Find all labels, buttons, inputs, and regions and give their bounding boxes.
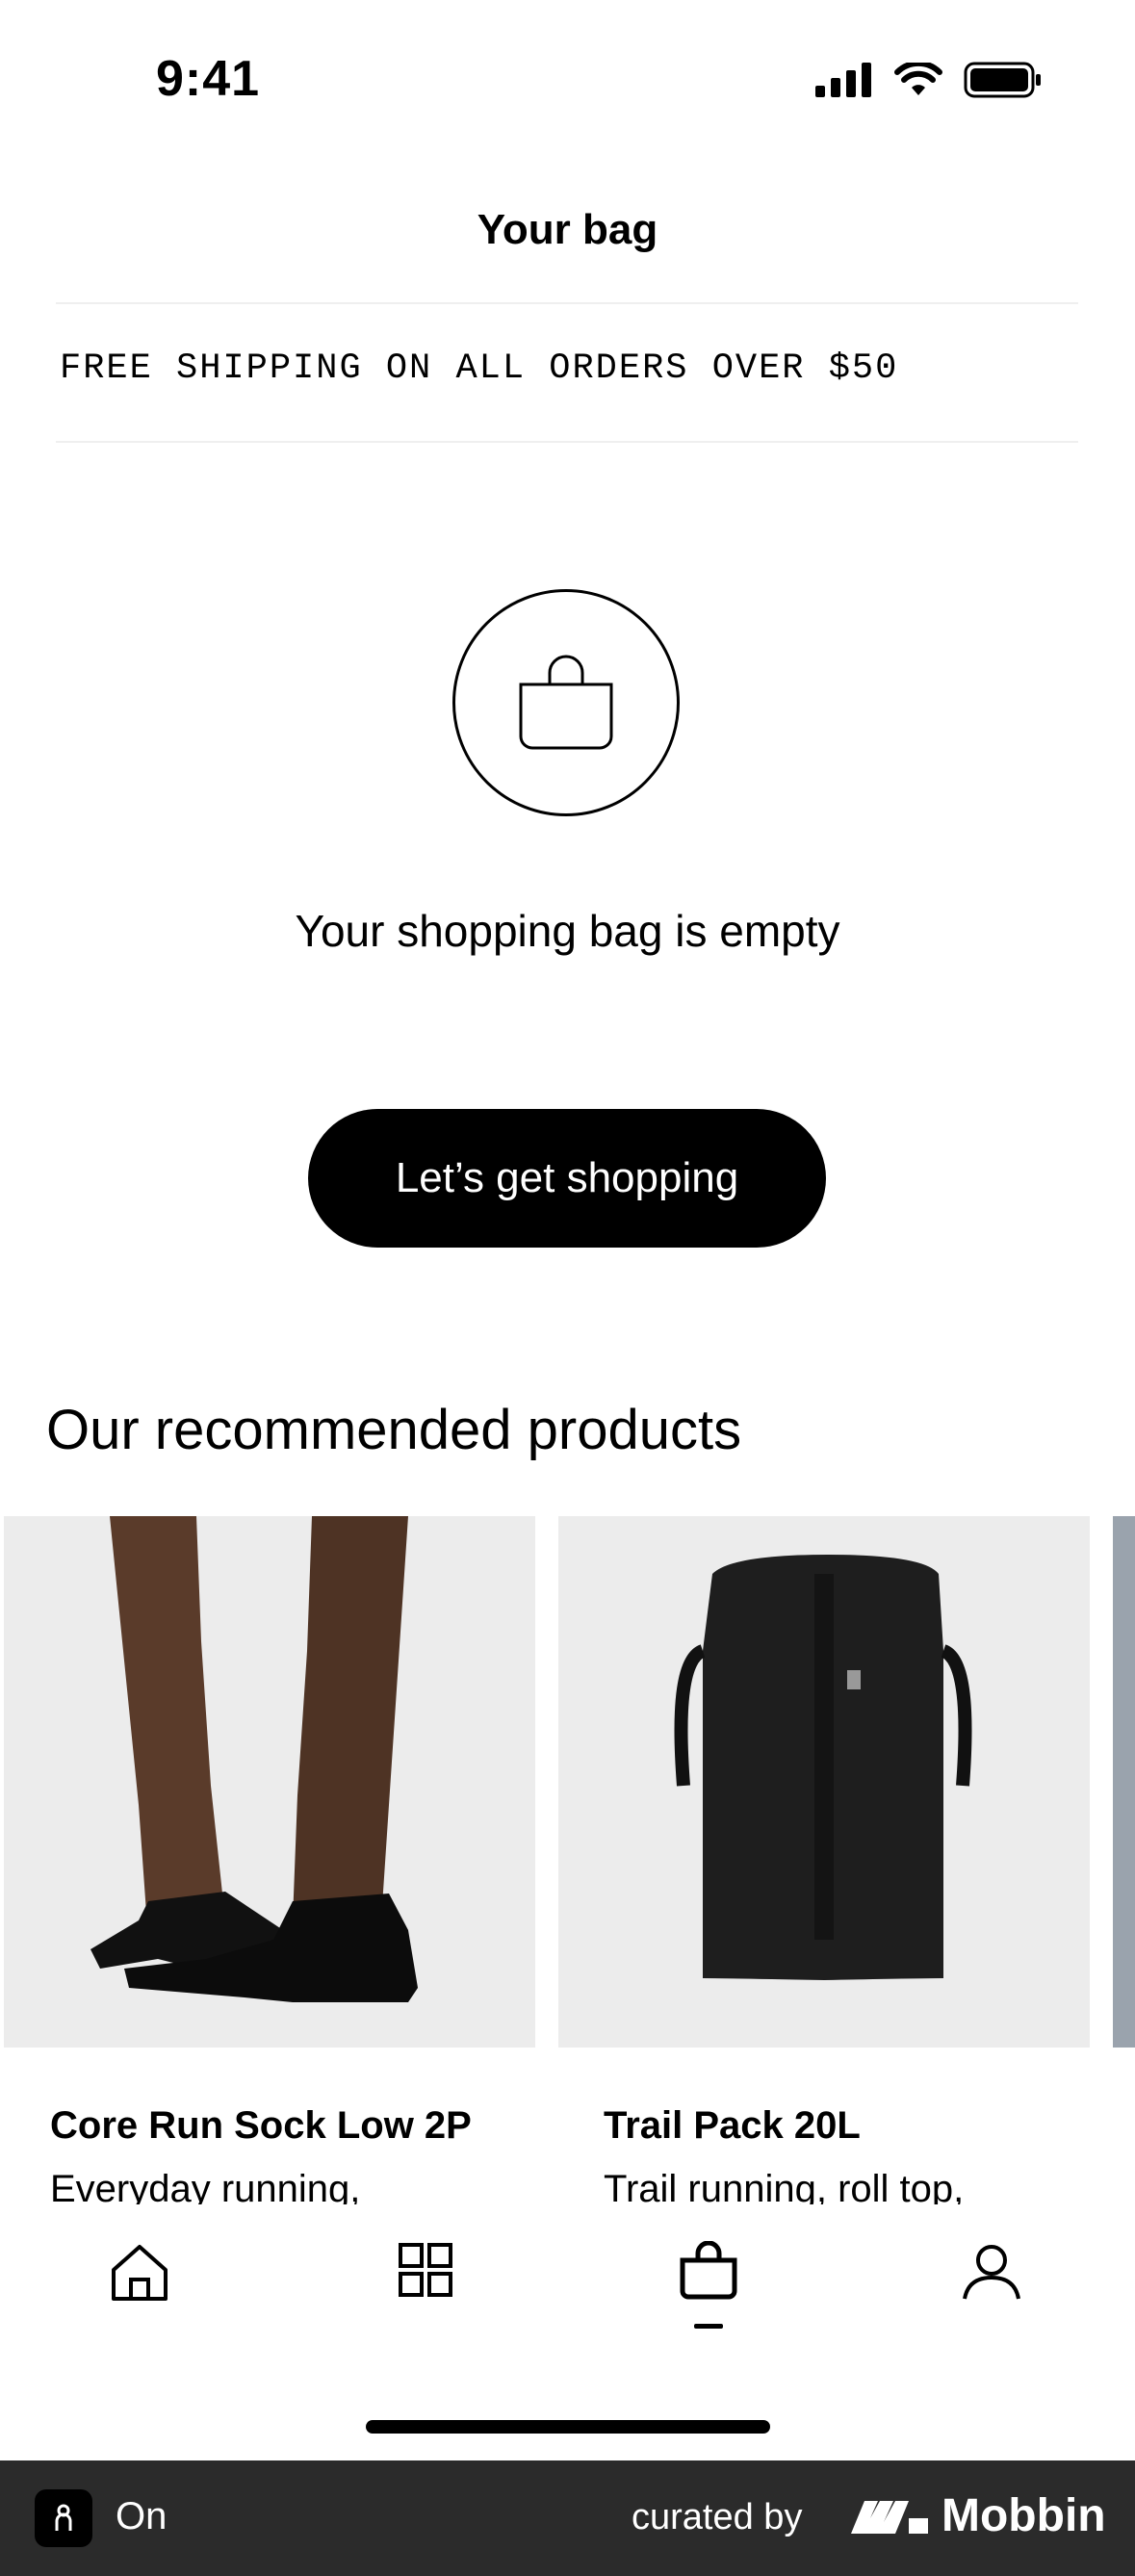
tab-profile[interactable] [943,2241,1040,2347]
profile-icon [963,2245,1020,2300]
signal-icon [815,63,871,97]
app-name: On [116,2495,168,2537]
product-image-socks[interactable] [4,1516,535,2048]
brand-name: Mobbin [942,2490,1106,2541]
product-name[interactable]: Core Run Sock Low 2P [50,2104,472,2148]
status-bar: 9:41 [0,0,1135,144]
tab-browse[interactable] [377,2241,474,2347]
start-shopping-button[interactable]: Let’s get shopping [308,1109,826,1248]
home-indicator[interactable] [366,2420,770,2434]
curated-label: curated by [632,2497,803,2537]
tab-home[interactable] [91,2241,188,2347]
empty-bag-illustration [452,589,680,816]
screen: 9:41 Your bag FREE SHIPPING ON ALL ORDER… [0,0,1135,2576]
battery-icon [964,62,1041,98]
product-image-partial[interactable] [1113,1516,1135,2048]
recommended-title: Our recommended products [46,1399,742,1461]
product-image-backpack[interactable] [558,1516,1090,2048]
divider [56,441,1078,443]
empty-message: Your shopping bag is empty [295,906,840,956]
product-name[interactable]: Trail Pack 20L [604,2104,861,2148]
app-logo-icon [35,2489,92,2547]
divider [56,302,1078,304]
promo-banner: FREE SHIPPING ON ALL ORDERS OVER $50 [60,348,899,389]
status-icons [815,62,1043,98]
brand: Mobbin [851,2489,1106,2542]
shopping-bag-icon [519,655,613,750]
status-time: 9:41 [156,51,261,107]
mobbin-logo-icon [851,2500,928,2534]
grid-icon [399,2243,452,2297]
tab-bag[interactable] [660,2241,757,2347]
attribution-banner: On curated by Mobbin [0,2460,1135,2576]
bag-icon [680,2241,737,2300]
active-tab-indicator [694,2324,723,2329]
home-icon [112,2245,168,2301]
page-title: Your bag [477,206,658,253]
wifi-icon [894,63,942,95]
